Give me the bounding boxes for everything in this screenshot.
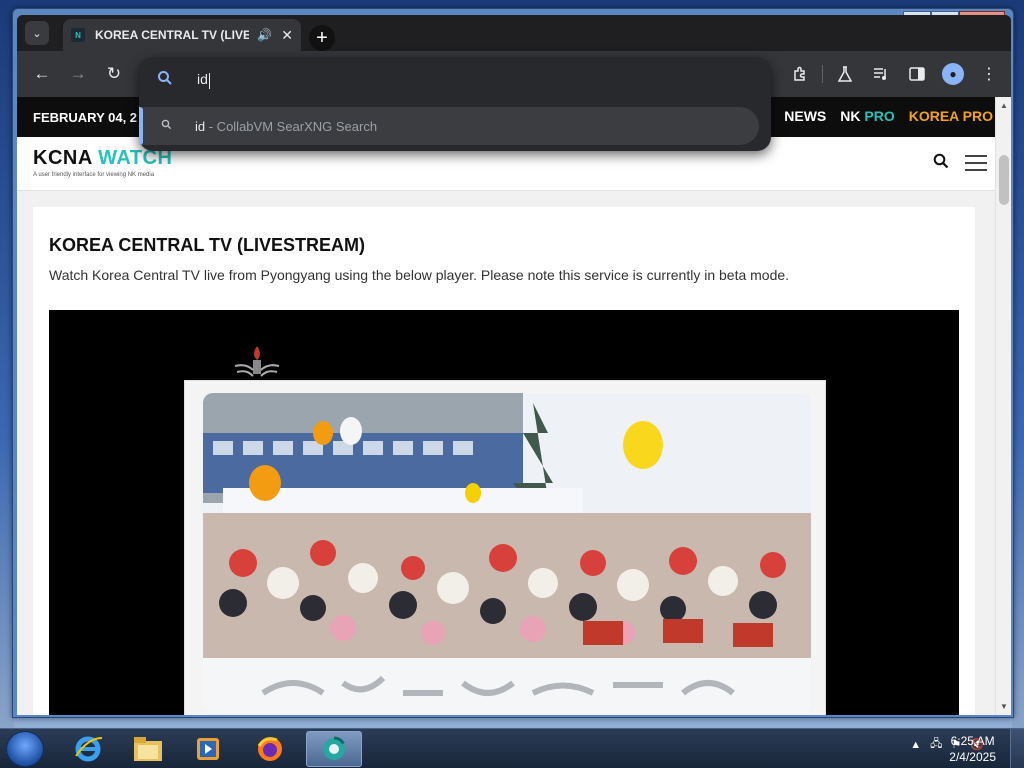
nav-nk-pro[interactable]: NK PRO bbox=[840, 108, 894, 124]
omnibox-dropdown: id id - CollabVM SearXNG Search bbox=[139, 57, 771, 151]
hamburger-icon[interactable] bbox=[965, 155, 987, 171]
sidepanel-icon[interactable] bbox=[903, 61, 931, 87]
nav-news[interactable]: NEWS bbox=[784, 108, 826, 124]
page-scrollbar[interactable]: ▲ ▼ bbox=[995, 97, 1011, 715]
start-button[interactable] bbox=[6, 731, 44, 767]
close-icon[interactable]: ✕ bbox=[281, 27, 293, 44]
scroll-thumb[interactable] bbox=[999, 155, 1009, 205]
site-top-nav: NEWS NK PRO KOREA PRO bbox=[784, 108, 993, 124]
video-player[interactable] bbox=[49, 310, 959, 715]
site-search-icon[interactable] bbox=[933, 153, 949, 174]
ie-taskbar-icon[interactable] bbox=[60, 731, 116, 767]
site-date: FEBRUARY 04, 2 bbox=[33, 110, 138, 125]
favicon-icon: N bbox=[71, 28, 85, 42]
kctv-emblem-icon bbox=[234, 346, 280, 377]
taskbar-clock[interactable]: 6:25 AM 2/4/2025 bbox=[949, 733, 996, 765]
broadcast-image bbox=[203, 393, 811, 713]
broadcast-frame bbox=[184, 380, 826, 715]
address-bar[interactable]: id bbox=[139, 57, 771, 103]
clock-date: 2/4/2025 bbox=[949, 750, 996, 764]
back-icon[interactable]: ← bbox=[31, 63, 53, 85]
menu-icon[interactable]: ⋮ bbox=[975, 61, 1003, 87]
new-tab-icon[interactable]: + bbox=[309, 25, 335, 51]
toolbar-separator bbox=[822, 65, 823, 83]
page-description: Watch Korea Central TV live from Pyongya… bbox=[49, 267, 790, 283]
tray-expand-icon[interactable]: ▲ bbox=[910, 739, 921, 751]
scroll-up-icon[interactable]: ▲ bbox=[1000, 101, 1008, 110]
clock-time: 6:25 AM bbox=[950, 734, 995, 748]
search-icon bbox=[157, 70, 177, 91]
main-content: KOREA CENTRAL TV (LIVESTREAM) Watch Kore… bbox=[33, 207, 975, 715]
chrome-browser: ⌄ N KOREA CENTRAL TV (LIVES 🔊 ✕ + ← → ↻ bbox=[17, 15, 1011, 715]
chrome-taskbar-icon[interactable] bbox=[306, 731, 362, 767]
scroll-down-icon[interactable]: ▼ bbox=[1000, 702, 1008, 711]
logo-tagline: A user friendly interface for viewing NK… bbox=[33, 172, 155, 178]
profile-icon[interactable]: ● bbox=[939, 61, 967, 87]
tab-kcna[interactable]: N KOREA CENTRAL TV (LIVES 🔊 ✕ bbox=[63, 19, 301, 51]
explorer-taskbar-icon[interactable] bbox=[120, 731, 176, 767]
suggestion-search-icon bbox=[161, 119, 175, 133]
tab-strip: ⌄ N KOREA CENTRAL TV (LIVES 🔊 ✕ + bbox=[17, 15, 1011, 51]
forward-icon[interactable]: → bbox=[67, 63, 89, 85]
page-viewport: FEBRUARY 04, 2 NEWS NK PRO KOREA PRO KCN… bbox=[17, 97, 1011, 715]
omnibox-suggestion[interactable]: id - CollabVM SearXNG Search bbox=[139, 107, 759, 145]
nav-korea-pro[interactable]: KOREA PRO bbox=[909, 108, 993, 124]
toolbar-actions: ● ⋮ bbox=[786, 61, 1003, 87]
firefox-taskbar-icon[interactable] bbox=[242, 731, 298, 767]
browser-window: — □ ✕ ⌄ N KOREA CENTRAL TV (LIVES 🔊 ✕ + … bbox=[12, 8, 1014, 718]
network-icon[interactable]: 🖧 bbox=[930, 735, 942, 754]
extensions-icon[interactable] bbox=[786, 61, 814, 87]
reload-icon[interactable]: ↻ bbox=[103, 63, 125, 85]
tab-title: KOREA CENTRAL TV (LIVES bbox=[95, 28, 250, 42]
audio-icon[interactable]: 🔊 bbox=[257, 28, 273, 42]
address-input[interactable]: id bbox=[197, 71, 210, 89]
windows-taskbar: ▲ 🖧 ⚑ 🔇 6:25 AM 2/4/2025 bbox=[0, 728, 1024, 768]
tab-search-icon[interactable]: ⌄ bbox=[25, 21, 49, 45]
media-player-taskbar-icon[interactable] bbox=[180, 731, 236, 767]
labs-icon[interactable] bbox=[831, 61, 859, 87]
page-title: KOREA CENTRAL TV (LIVESTREAM) bbox=[49, 235, 366, 255]
media-icon[interactable] bbox=[867, 61, 895, 87]
suggestion-text: id - CollabVM SearXNG Search bbox=[195, 118, 378, 134]
show-desktop-button[interactable] bbox=[1010, 729, 1024, 768]
avatar: ● bbox=[942, 63, 964, 85]
